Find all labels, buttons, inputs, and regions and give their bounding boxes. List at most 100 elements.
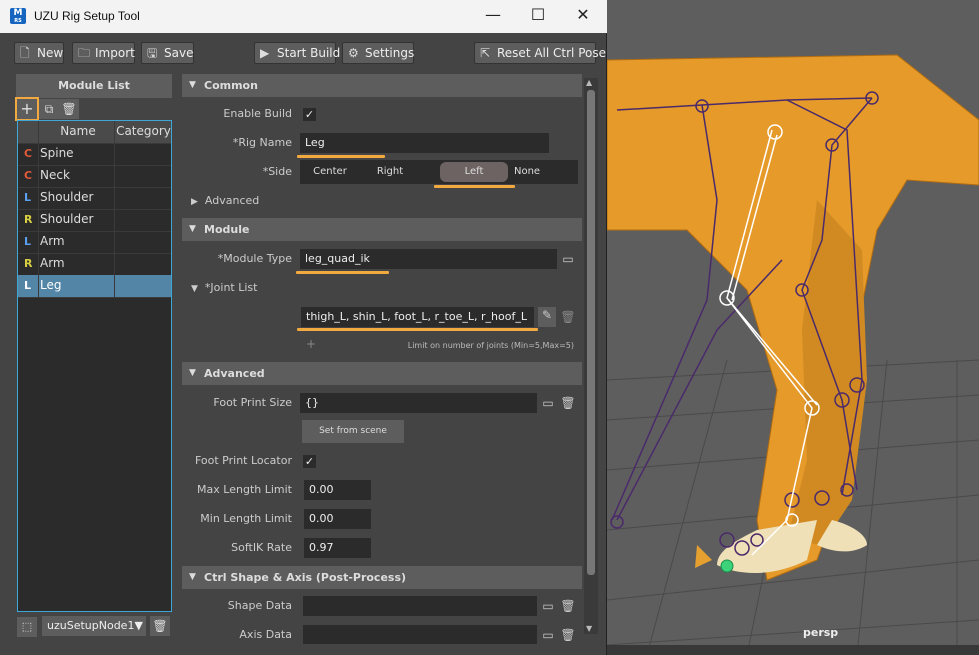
side-option-center[interactable]: Center — [300, 160, 360, 184]
reset-ctrl-pose-button[interactable]: ⇱ Reset All Ctrl Pose — [474, 42, 606, 64]
import-button[interactable]: 🗀 Import — [72, 42, 135, 64]
trash-icon[interactable]: 🗑 — [560, 395, 576, 411]
folder-icon: 🗀 — [78, 46, 91, 60]
side-option-none[interactable]: None — [510, 160, 582, 184]
duplicate-module-button[interactable]: ⧉ — [39, 99, 59, 119]
collapse-arrow-icon: ▼ — [189, 224, 196, 234]
softik-rate-input[interactable]: 0.97 — [304, 538, 371, 558]
scroll-down-icon[interactable]: ▼ — [586, 624, 592, 633]
new-button[interactable]: 🗋 New — [14, 42, 64, 64]
maximize-button[interactable]: ☐ — [516, 4, 560, 28]
table-row[interactable]: L Shoulder — [18, 187, 171, 210]
side-option-right[interactable]: Right — [360, 160, 420, 184]
settings-button[interactable]: ⚙ Settings — [342, 42, 414, 64]
shape-data-input[interactable] — [303, 596, 537, 616]
side-selector: Center Right Left None — [300, 160, 578, 184]
properties-scrollbar[interactable]: ▲ ▼ — [584, 78, 598, 634]
module-type-input[interactable]: leg_quad_ik — [300, 249, 557, 269]
module-name: Shoulder — [38, 187, 116, 209]
viewport-scene — [607, 0, 979, 655]
rig-name-input[interactable]: Leg — [300, 133, 549, 153]
common-advanced-toggle[interactable]: ▶ Advanced — [191, 191, 271, 212]
side-badge: L — [24, 191, 32, 204]
shape-data-label: Shape Data — [227, 599, 292, 612]
collapse-arrow-icon: ▼ — [191, 284, 198, 294]
reset-pose-icon: ⇱ — [480, 46, 491, 60]
close-button[interactable]: ✕ — [561, 4, 605, 28]
new-file-icon: 🗋 — [20, 46, 30, 60]
scrollbar-thumb[interactable] — [587, 90, 595, 575]
module-category — [114, 165, 172, 187]
add-joint-icon[interactable]: + — [303, 336, 319, 352]
pick-joints-icon[interactable]: ✎ — [538, 307, 556, 327]
delete-node-button[interactable]: 🗑 — [150, 616, 170, 636]
section-module[interactable]: ▼ Module — [182, 218, 582, 241]
module-category — [114, 187, 172, 209]
node-pick-button[interactable]: ⬚ — [17, 617, 37, 637]
module-name: Arm — [38, 253, 116, 275]
module-category — [114, 253, 172, 275]
add-module-button[interactable]: + — [15, 97, 39, 121]
node-select[interactable]: uzuSetupNode1 ▼ — [42, 616, 146, 636]
column-header-category[interactable]: Category — [114, 121, 172, 143]
table-row[interactable]: C Neck — [18, 165, 171, 188]
column-header-name[interactable]: Name — [38, 121, 116, 143]
save-icon: 🖫 — [147, 46, 158, 60]
collapse-arrow-icon: ▼ — [189, 572, 196, 582]
scroll-up-icon[interactable]: ▲ — [586, 78, 592, 87]
trash-icon[interactable]: 🗑 — [560, 598, 576, 614]
collapse-arrow-icon: ▼ — [189, 80, 196, 90]
foot-print-size-label: Foot Print Size — [213, 396, 292, 409]
min-length-limit-input[interactable]: 0.00 — [304, 509, 371, 529]
save-button[interactable]: 🖫 Save — [141, 42, 194, 64]
table-header: Name Category — [18, 121, 171, 144]
module-category — [114, 209, 172, 231]
joint-list-input[interactable]: thigh_L, shin_L, foot_L, r_toe_L, r_hoof… — [301, 307, 534, 327]
max-length-limit-input[interactable]: 0.00 — [304, 480, 371, 500]
set-from-scene-button[interactable]: Set from scene — [302, 420, 404, 443]
side-option-left[interactable]: Left — [440, 162, 508, 182]
side-badge: C — [24, 169, 33, 182]
start-build-button[interactable]: ▶ Start Build — [254, 42, 340, 64]
table-row[interactable]: C Spine — [18, 143, 171, 166]
table-row[interactable]: R Arm — [18, 253, 171, 276]
module-name: Arm — [38, 231, 116, 253]
joint-list-toggle[interactable]: ▼ *Joint List — [191, 278, 311, 299]
max-length-limit-label: Max Length Limit — [197, 483, 292, 496]
axis-data-input[interactable] — [303, 625, 537, 644]
module-type-label: *Module Type — [217, 252, 292, 265]
section-ctrl-shape[interactable]: ▼ Ctrl Shape & Axis (Post-Process) — [182, 566, 582, 589]
module-name: Neck — [38, 165, 116, 187]
trash-icon: 🗑 — [152, 619, 168, 633]
module-type-highlight — [296, 271, 389, 274]
module-name: Spine — [38, 143, 116, 165]
trash-icon: 🗑 — [61, 102, 77, 116]
gear-icon: ⚙ — [348, 46, 359, 60]
section-advanced[interactable]: ▼ Advanced — [182, 362, 582, 385]
module-name: Shoulder — [38, 209, 116, 231]
list-window-icon[interactable]: ▭ — [540, 598, 556, 614]
module-name: Leg — [38, 275, 116, 297]
module-table: Name Category C Spine C Neck L Shoulder R Shoul… — [17, 120, 172, 612]
foot-print-size-input[interactable]: {} — [300, 393, 537, 413]
trash-icon[interactable]: 🗑 — [560, 309, 576, 325]
list-window-icon[interactable]: ▭ — [560, 251, 576, 267]
table-row[interactable]: R Shoulder — [18, 209, 171, 232]
enable-build-checkbox[interactable]: ✓ — [303, 108, 316, 121]
minimize-button[interactable]: — — [471, 4, 515, 28]
title-bar[interactable]: M RS UZU Rig Setup Tool — ☐ ✕ — [0, 0, 607, 33]
list-window-icon[interactable]: ▭ — [540, 395, 556, 411]
delete-module-button[interactable]: 🗑 — [59, 99, 79, 119]
foot-print-locator-label: Foot Print Locator — [194, 454, 292, 467]
3d-viewport[interactable]: persp — [607, 0, 979, 655]
side-highlight — [434, 185, 515, 188]
foot-print-locator-checkbox[interactable]: ✓ — [303, 455, 316, 468]
section-common[interactable]: ▼ Common — [182, 74, 582, 97]
list-window-icon[interactable]: ▭ — [540, 627, 556, 643]
trash-icon[interactable]: 🗑 — [560, 627, 576, 643]
table-row[interactable]: L Arm — [18, 231, 171, 254]
chevron-down-icon: ▼ — [134, 619, 143, 632]
joint-list-highlight — [297, 328, 538, 331]
softik-rate-label: SoftIK Rate — [231, 541, 292, 554]
table-row[interactable]: L Leg — [18, 275, 171, 298]
